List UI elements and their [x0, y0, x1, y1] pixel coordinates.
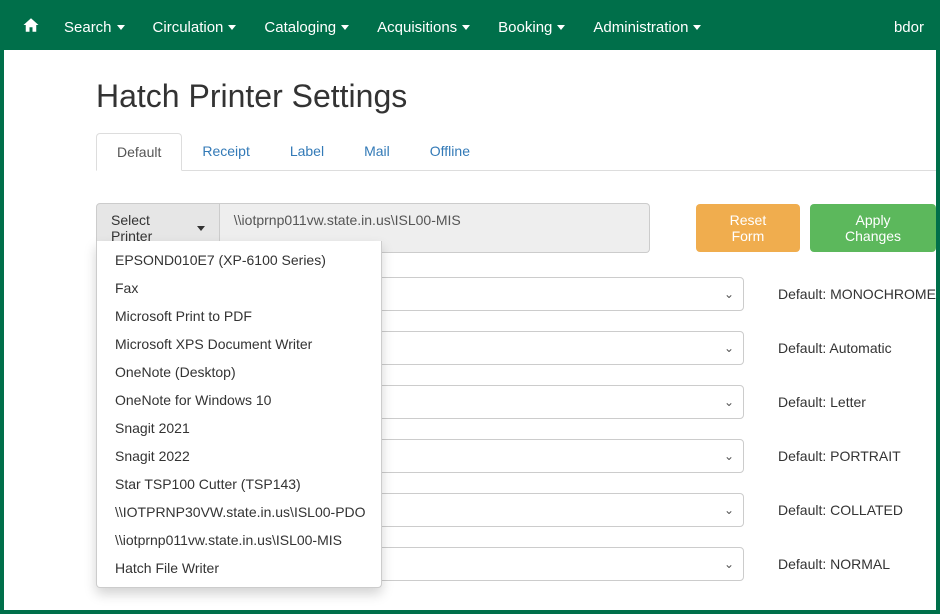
- chevron-down-icon: [341, 25, 349, 30]
- chevron-down-icon: [557, 25, 565, 30]
- printer-option[interactable]: Hatch File Writer: [97, 554, 381, 582]
- nav-administration[interactable]: Administration: [579, 4, 715, 50]
- printer-option[interactable]: Snagit 2021: [97, 414, 381, 442]
- home-icon[interactable]: [12, 16, 50, 39]
- tab-mail[interactable]: Mail: [344, 133, 410, 170]
- printer-option[interactable]: \\iotprnp011vw.state.in.us\ISL00-MIS: [97, 526, 381, 554]
- setting-default-label: Default: PORTRAIT: [778, 448, 901, 464]
- printer-option[interactable]: Microsoft Print to PDF: [97, 302, 381, 330]
- setting-default-label: Default: Automatic: [778, 340, 892, 356]
- setting-default-label: Default: NORMAL: [778, 556, 890, 572]
- page-title: Hatch Printer Settings: [96, 78, 936, 115]
- setting-default-label: Default: COLLATED: [778, 502, 903, 518]
- tab-offline[interactable]: Offline: [410, 133, 490, 170]
- nav-acquisitions[interactable]: Acquisitions: [363, 4, 484, 50]
- apply-changes-button[interactable]: Apply Changes: [810, 204, 936, 252]
- chevron-down-icon: [462, 25, 470, 30]
- nav-circulation[interactable]: Circulation: [139, 4, 251, 50]
- chevron-down-icon: [228, 25, 236, 30]
- setting-default-label: Default: MONOCHROME: [778, 286, 936, 302]
- tabs: Default Receipt Label Mail Offline: [96, 133, 936, 171]
- nav-booking[interactable]: Booking: [484, 4, 579, 50]
- printer-dropdown: EPSOND010E7 (XP-6100 Series) Fax Microso…: [96, 241, 382, 588]
- printer-option[interactable]: Fax: [97, 274, 381, 302]
- nav-cataloging[interactable]: Cataloging: [250, 4, 363, 50]
- printer-option[interactable]: OneNote for Windows 10: [97, 386, 381, 414]
- chevron-down-icon: [117, 25, 125, 30]
- printer-option[interactable]: OneNote (Desktop): [97, 358, 381, 386]
- printer-option[interactable]: EPSOND010E7 (XP-6100 Series): [97, 246, 381, 274]
- tab-receipt[interactable]: Receipt: [182, 133, 269, 170]
- top-navbar: Search Circulation Cataloging Acquisitio…: [4, 4, 936, 50]
- user-menu[interactable]: bdor: [880, 19, 928, 36]
- chevron-down-icon: [197, 226, 205, 231]
- printer-option[interactable]: Snagit 2022: [97, 442, 381, 470]
- printer-option[interactable]: \\IOTPRNP30VW.state.in.us\ISL00-PDO: [97, 498, 381, 526]
- printer-option[interactable]: Star TSP100 Cutter (TSP143): [97, 470, 381, 498]
- setting-default-label: Default: Letter: [778, 394, 866, 410]
- tab-default[interactable]: Default: [96, 133, 182, 171]
- tab-label[interactable]: Label: [270, 133, 344, 170]
- printer-option[interactable]: Microsoft XPS Document Writer: [97, 330, 381, 358]
- nav-search[interactable]: Search: [50, 4, 139, 50]
- reset-form-button[interactable]: Reset Form: [696, 204, 800, 252]
- chevron-down-icon: [693, 25, 701, 30]
- printer-action-row: Select Printer \\iotprnp011vw.state.in.u…: [96, 203, 936, 253]
